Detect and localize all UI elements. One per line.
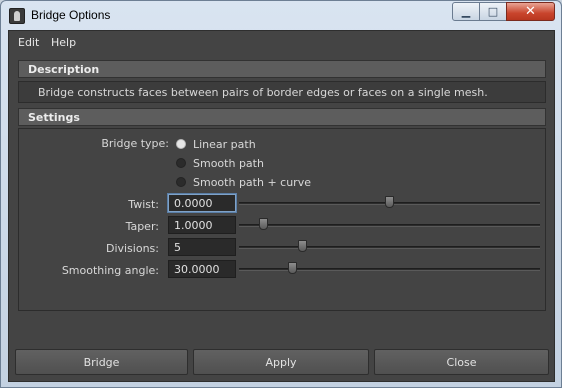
title-bar[interactable]: Bridge Options ▁ □ ✕ — [1, 1, 561, 31]
divisions-label: Divisions: — [105, 242, 159, 255]
menu-help[interactable]: Help — [51, 36, 76, 49]
bridge-type-label: Bridge type: — [101, 137, 169, 150]
radio-linear-path[interactable] — [176, 139, 186, 149]
divisions-field[interactable]: 5 — [168, 238, 236, 256]
smoothing-angle-slider-track[interactable] — [239, 268, 540, 271]
apply-button[interactable]: Apply — [193, 349, 369, 375]
window-client-area: Edit Help Description Bridge constructs … — [8, 30, 555, 382]
minimize-button[interactable]: ▁ — [452, 2, 480, 21]
menu-edit[interactable]: Edit — [18, 36, 39, 49]
radio-smooth-path[interactable] — [176, 158, 186, 168]
taper-label: Taper: — [125, 220, 159, 233]
close-window-button[interactable]: ✕ — [506, 2, 555, 21]
maximize-icon: □ — [487, 5, 499, 18]
smoothing-angle-label: Smoothing angle: — [61, 264, 159, 277]
settings-section-header[interactable]: Settings — [18, 108, 546, 126]
maximize-button[interactable]: □ — [479, 2, 507, 21]
bridge-options-window: Bridge Options ▁ □ ✕ Edit Help Descripti… — [0, 0, 562, 388]
maya-app-icon — [9, 8, 25, 24]
taper-field[interactable]: 1.0000 — [168, 216, 236, 234]
taper-slider-track[interactable] — [239, 224, 540, 227]
minimize-icon: ▁ — [461, 5, 471, 18]
divisions-slider-track[interactable] — [239, 246, 540, 249]
twist-label: Twist: — [128, 198, 159, 211]
smoothing-angle-field[interactable]: 30.0000 — [168, 260, 236, 278]
twist-field[interactable]: 0.0000 — [168, 194, 236, 212]
description-section-header[interactable]: Description — [18, 60, 546, 78]
menu-bar: Edit Help — [9, 31, 554, 53]
window-title: Bridge Options — [31, 8, 111, 22]
radio-smooth-path-curve-label[interactable]: Smooth path + curve — [193, 176, 311, 189]
twist-slider-handle[interactable] — [385, 196, 394, 208]
taper-slider-handle[interactable] — [259, 218, 268, 230]
description-text: Bridge constructs faces between pairs of… — [18, 81, 546, 103]
close-icon: ✕ — [525, 4, 536, 19]
radio-linear-path-label[interactable]: Linear path — [193, 138, 256, 151]
radio-smooth-path-label[interactable]: Smooth path — [193, 157, 264, 170]
divisions-slider-handle[interactable] — [298, 240, 307, 252]
smoothing-angle-slider-handle[interactable] — [288, 262, 297, 274]
radio-smooth-path-curve[interactable] — [176, 177, 186, 187]
close-button[interactable]: Close — [374, 349, 549, 375]
bridge-button[interactable]: Bridge — [15, 349, 188, 375]
